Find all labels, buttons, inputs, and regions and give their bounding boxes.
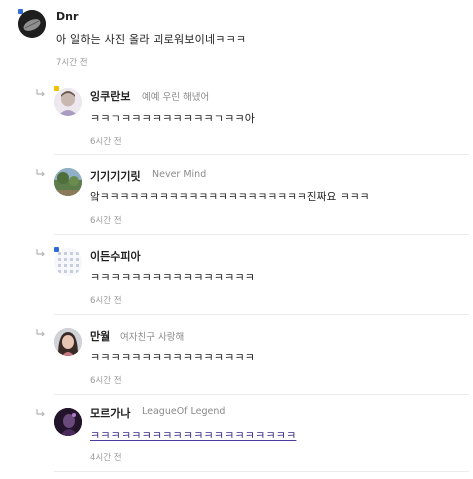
comment-text: ㅋㅋㄱㅋㅋㅋㅋㅋㅋㅋㅋㅋㄱㅋㅋ아: [90, 112, 256, 125]
reply-arrow-icon: [36, 329, 45, 337]
reply-item: 만월 여자친구 사랑해 ㅋㅋㅋㅋㅋㅋㅋㅋㅋㅋㅋㅋㅋㅋㅋㅋ 6시간 전: [0, 318, 473, 398]
reply-item: 이든수피아 ㅋㅋㅋㅋㅋㅋㅋㅋㅋㅋㅋㅋㅋㅋㅋㅋ 6시간 전: [0, 238, 473, 318]
comment-time: 6시간 전: [90, 376, 122, 386]
reply-item: 잉쿠란보 예예 우린 해냈어 ㅋㅋㄱㅋㅋㅋㅋㅋㅋㅋㅋㅋㄱㅋㅋ아 6시간 전: [0, 78, 473, 158]
comment-author[interactable]: 모르가나: [90, 405, 130, 421]
reply-arrow-icon: [36, 409, 45, 417]
comment-time: 6시간 전: [90, 296, 122, 306]
reply-arrow-icon: [36, 89, 45, 97]
comment-text: 앜ㅋㅋㅋㅋㅋㅋㅋㅋㅋㅋㅋㅋㅋㅋㅋㅋㅋㅋㅋㅋㅋ진짜요 ㅋㅋㅋ: [90, 191, 370, 203]
divider: [54, 471, 469, 472]
comment-text: ㅋㅋㅋㅋㅋㅋㅋㅋㅋㅋㅋㅋㅋㅋㅋㅋ: [90, 351, 256, 364]
divider: [54, 154, 469, 155]
reply-arrow-icon: [36, 249, 45, 257]
comment-text: ㅋㅋㅋㅋㅋㅋㅋㅋㅋㅋㅋㅋㅋㅋㅋㅋ: [90, 271, 256, 284]
author-status: 여자친구 사랑해: [120, 332, 185, 343]
pattern-avatar-icon: [54, 248, 82, 276]
portrait-avatar-icon: [54, 328, 82, 356]
author-status: Never Mind: [152, 169, 207, 180]
avatar[interactable]: [54, 248, 82, 276]
avatar[interactable]: [18, 10, 46, 38]
divider: [54, 394, 469, 395]
author-status: LeagueOf Legend: [142, 406, 226, 417]
avatar[interactable]: [54, 408, 82, 436]
dark-avatar-icon: [54, 408, 82, 436]
comment-text[interactable]: ㅋㅋㅋㅋㅋㅋㅋㅋㅋㅋㅋㅋㅋㅋㅋㅋㅋㅋㅋㅋ: [90, 427, 296, 443]
comment-item: Dnr 아 일하는 사진 올라 괴로워보이네ㅋㅋㅋ 7시간 전: [0, 0, 473, 78]
reply-arrow-icon: [36, 169, 45, 177]
comment-author[interactable]: Dnr: [56, 10, 78, 23]
comment-time: 6시간 전: [90, 137, 122, 147]
leaf-avatar-icon: [18, 10, 46, 38]
person-avatar-icon: [54, 88, 82, 116]
reply-item: 모르가나 LeagueOf Legend ㅋㅋㅋㅋㅋㅋㅋㅋㅋㅋㅋㅋㅋㅋㅋㅋㅋㅋㅋ…: [0, 398, 473, 479]
avatar[interactable]: [54, 328, 82, 356]
comment-author[interactable]: 잉쿠란보: [90, 88, 130, 104]
comment-author[interactable]: 이든수피아: [90, 248, 141, 264]
author-status: 예예 우린 해냈어: [142, 92, 210, 103]
avatar[interactable]: [54, 168, 82, 196]
comment-time: 4시간 전: [90, 453, 122, 463]
avatar[interactable]: [54, 88, 82, 116]
comment-author[interactable]: 만월: [90, 328, 110, 344]
comment-text: 아 일하는 사진 올라 괴로워보이네ㅋㅋㅋ: [56, 33, 247, 46]
reply-item: 기기기기릿 Never Mind 앜ㅋㅋㅋㅋㅋㅋㅋㅋㅋㅋㅋㅋㅋㅋㅋㅋㅋㅋㅋㅋㅋ진…: [0, 158, 473, 238]
divider: [54, 234, 469, 235]
landscape-avatar-icon: [54, 168, 82, 196]
comment-author[interactable]: 기기기기릿: [90, 168, 141, 184]
divider: [54, 314, 469, 315]
comment-time: 7시간 전: [56, 58, 88, 68]
comment-time: 6시간 전: [90, 216, 122, 226]
